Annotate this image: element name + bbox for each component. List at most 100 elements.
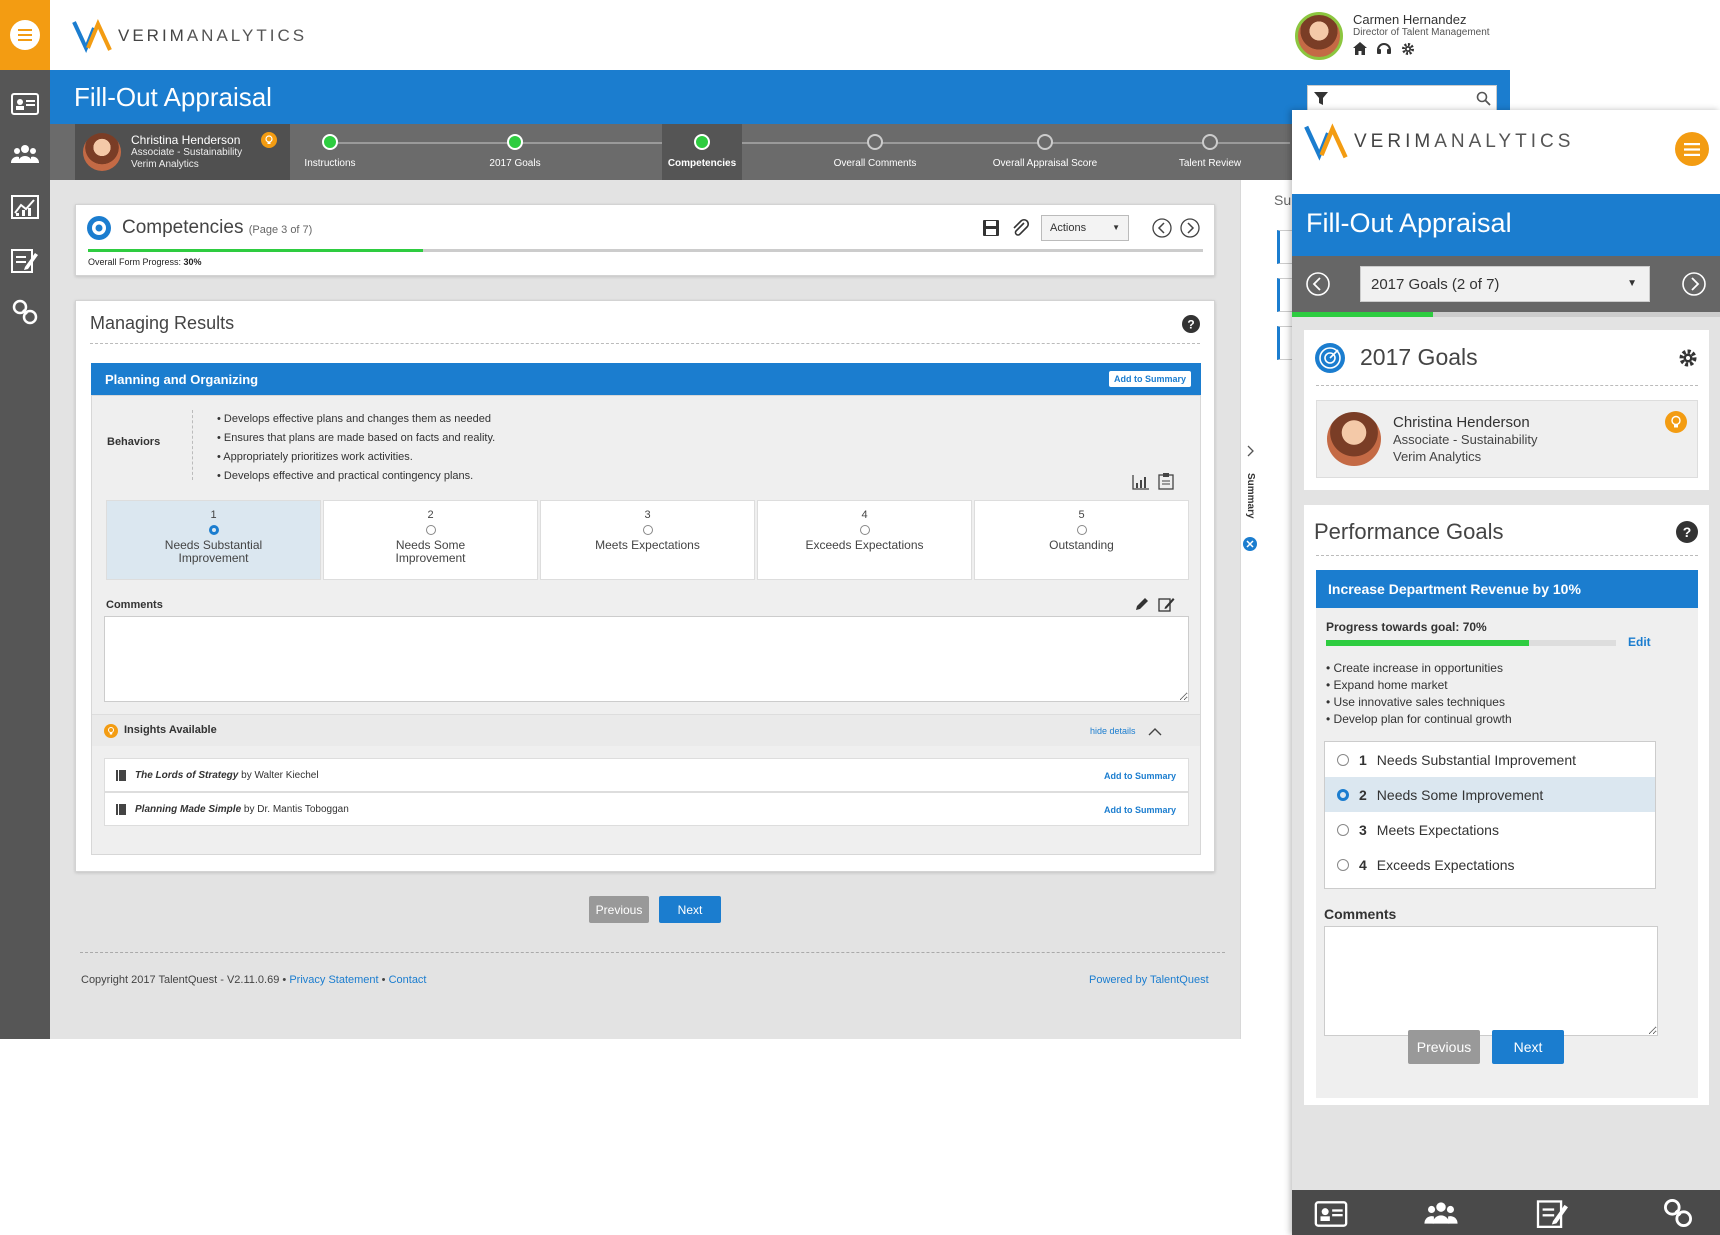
gear-icon[interactable] (1678, 348, 1698, 368)
mobile-menu-button[interactable] (1675, 132, 1709, 166)
goal-bullet: • Develop plan for continual growth (1326, 712, 1512, 726)
people-icon[interactable] (1424, 1200, 1458, 1226)
previous-button[interactable]: Previous (589, 896, 649, 923)
svg-text:?: ? (1187, 318, 1194, 332)
edit-form-icon[interactable] (11, 247, 39, 275)
edit-form-icon[interactable] (1536, 1198, 1570, 1228)
step-1[interactable]: 2017 Goals (440, 134, 590, 169)
comments-textarea[interactable] (1324, 926, 1658, 1036)
profile-card-icon[interactable] (1314, 1200, 1348, 1228)
links-icon[interactable] (11, 298, 39, 326)
chevron-right-icon[interactable] (1682, 272, 1706, 296)
insights-label: Insights Available (124, 724, 217, 736)
avatar[interactable] (1295, 12, 1343, 60)
goal-rating-option[interactable]: 2 Needs Some Improvement (1325, 777, 1655, 812)
filter-icon[interactable] (1314, 92, 1328, 105)
section-title: Competencies (Page 3 of 7) (122, 217, 312, 239)
radio-icon[interactable] (425, 525, 436, 535)
goal-rating-option[interactable]: 1 Needs Substantial Improvement (1325, 742, 1655, 777)
separator: • (282, 974, 287, 986)
help-icon[interactable]: ? (1676, 521, 1698, 543)
checkmark-icon (322, 134, 338, 150)
gear-icon[interactable] (1401, 42, 1415, 56)
comments-textarea[interactable] (104, 616, 1189, 702)
rating-option[interactable]: 2 Needs Some Improvement (323, 500, 538, 580)
previous-button[interactable]: Previous (1408, 1030, 1480, 1064)
radio-icon[interactable] (1337, 823, 1349, 836)
option-label: Needs Substantial Improvement (1376, 751, 1577, 768)
radio-icon[interactable] (208, 525, 219, 535)
logo-text-bold: VERIM (1354, 131, 1435, 152)
step-3[interactable]: Overall Comments (800, 134, 950, 169)
notes-icon[interactable] (1158, 472, 1174, 490)
next-button[interactable]: Next (659, 896, 721, 923)
close-icon[interactable] (1243, 537, 1257, 551)
divider (1316, 555, 1698, 556)
edit-icon[interactable] (1158, 596, 1175, 612)
chart-icon[interactable] (11, 195, 39, 223)
step-2[interactable]: Competencies (627, 134, 777, 169)
rating-option[interactable]: 3 Meets Expectations (540, 500, 755, 580)
form-progress-track (88, 249, 1203, 252)
step-label: 2017 Goals (489, 158, 541, 169)
chevron-left-icon[interactable] (1152, 218, 1172, 238)
bar-chart-icon[interactable] (1132, 474, 1150, 490)
help-icon[interactable]: ? (1182, 315, 1200, 333)
edit-goal-link[interactable]: Edit (1628, 635, 1651, 649)
people-icon[interactable] (11, 143, 39, 171)
rating-option[interactable]: 5 Outstanding (974, 500, 1189, 580)
step-5[interactable]: Talent Review (1135, 134, 1285, 169)
step-label: Instructions (304, 158, 356, 169)
employee-avatar (1327, 412, 1381, 466)
contact-link[interactable]: Contact (389, 974, 427, 986)
actions-dropdown[interactable]: Actions ▼ (1041, 215, 1129, 241)
headset-icon[interactable] (1377, 42, 1391, 55)
goal-rating-option[interactable]: 4 Exceeds Expectations (1325, 847, 1655, 882)
rating-option[interactable]: 4 Exceeds Expectations (757, 500, 972, 580)
save-icon[interactable] (982, 219, 1000, 237)
pencil-icon[interactable] (1134, 596, 1150, 612)
profile-card-icon[interactable] (11, 92, 39, 120)
chevron-left-icon[interactable] (1306, 272, 1330, 296)
mobile-logo: VERIMANALYTICS (1304, 122, 1574, 162)
checkmark-icon (507, 134, 523, 150)
lightbulb-icon[interactable] (1665, 411, 1687, 433)
step-0[interactable]: Instructions (255, 134, 405, 169)
add-to-summary-link[interactable]: Add to Summary (1104, 805, 1176, 815)
search-icon[interactable] (1476, 91, 1491, 106)
search-input[interactable] (1307, 85, 1497, 111)
radio-icon[interactable] (1337, 753, 1349, 766)
home-icon[interactable] (1353, 42, 1367, 55)
rating-number: 5 (1078, 509, 1085, 521)
radio-icon[interactable] (1076, 525, 1087, 535)
radio-icon[interactable] (642, 525, 653, 535)
section-select-value: 2017 Goals (2 of 7) (1371, 276, 1500, 293)
next-button[interactable]: Next (1492, 1030, 1564, 1064)
footer-divider (80, 952, 1225, 953)
section-select[interactable]: 2017 Goals (2 of 7) ▼ (1360, 266, 1650, 302)
links-icon[interactable] (1662, 1197, 1694, 1229)
summary-toggle[interactable]: Summary (1240, 445, 1260, 555)
progress-label-text: Overall Form Progress: (88, 257, 182, 267)
performance-goals-title: Performance Goals (1314, 519, 1504, 544)
radio-icon[interactable] (1337, 858, 1349, 871)
privacy-link[interactable]: Privacy Statement (289, 974, 378, 986)
add-to-summary-button[interactable]: Add to Summary (1108, 371, 1191, 387)
goal-rating-option[interactable]: 3 Meets Expectations (1325, 812, 1655, 847)
chevron-right-icon[interactable] (1180, 218, 1200, 238)
paperclip-icon[interactable] (1010, 218, 1030, 238)
goal-header: Increase Department Revenue by 10% (1316, 570, 1698, 608)
add-to-summary-link[interactable]: Add to Summary (1104, 771, 1176, 781)
rating-number: 4 (861, 509, 868, 521)
section-title-text: Competencies (122, 217, 244, 238)
menu-icon (1684, 142, 1700, 156)
radio-icon[interactable] (1337, 788, 1349, 801)
powered-by-link[interactable]: Powered by TalentQuest (1089, 974, 1209, 986)
radio-icon[interactable] (859, 525, 870, 535)
menu-button[interactable] (0, 0, 50, 70)
rating-number: 3 (644, 509, 651, 521)
step-4[interactable]: Overall Appraisal Score (970, 134, 1120, 169)
rating-option[interactable]: 1 Needs Substantial Improvement (106, 500, 321, 580)
summary-label: Summary (1245, 473, 1256, 519)
hide-details-link[interactable]: hide details (1090, 726, 1162, 736)
